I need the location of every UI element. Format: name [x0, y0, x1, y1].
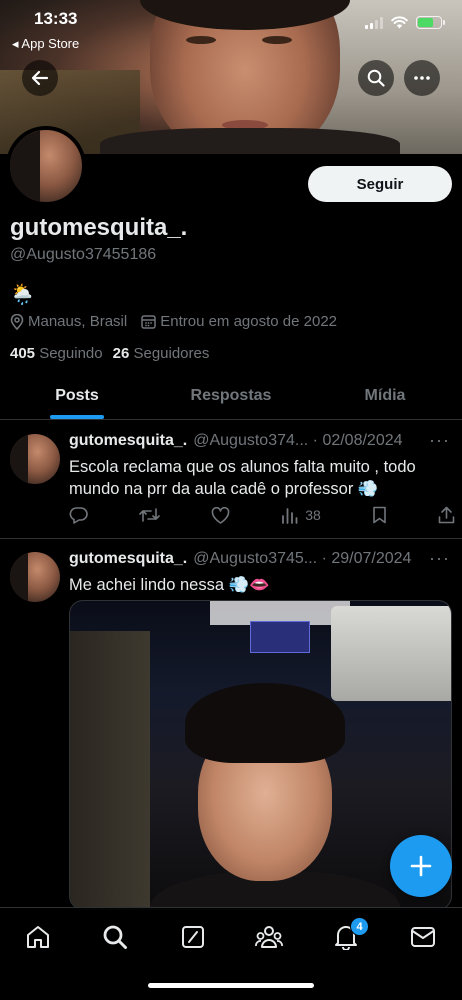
tweet-author-name[interactable]: gutomesquita_. [69, 432, 187, 450]
retweet-icon [139, 508, 160, 522]
retweet-button[interactable] [139, 506, 160, 524]
profile-avatar[interactable] [6, 126, 86, 206]
followers-count: 26 [112, 345, 130, 362]
share-icon [438, 506, 455, 524]
following-label: Seguindo [39, 345, 103, 362]
more-horizontal-icon [414, 76, 430, 80]
tweet-author-name[interactable]: gutomesquita_. [69, 550, 187, 568]
tweet-text: Me achei lindo nessa 💨👄 [69, 576, 270, 594]
mail-icon [411, 927, 435, 947]
nav-messages[interactable] [408, 922, 438, 952]
nav-search[interactable] [100, 922, 130, 952]
grok-slash-icon [182, 926, 204, 948]
back-button[interactable] [22, 60, 58, 96]
followers-label: Seguidores [133, 345, 210, 362]
more-options-button[interactable] [404, 60, 440, 96]
following-count: 405 [10, 345, 36, 362]
compose-post-button[interactable] [390, 835, 452, 897]
views-button[interactable]: 38 [281, 506, 321, 524]
arrow-left-icon [31, 70, 49, 86]
tweet-text: Escola reclama que os alunos falta muito… [69, 458, 416, 498]
tweet-avatar[interactable] [10, 552, 60, 602]
views-count: 38 [305, 507, 321, 523]
home-indicator[interactable] [148, 983, 314, 988]
calendar-icon [141, 315, 156, 329]
communities-icon [255, 926, 283, 948]
nav-grok[interactable] [178, 922, 208, 952]
cellular-signal-icon [365, 16, 383, 29]
reply-button[interactable] [69, 506, 88, 524]
tweet-more-icon[interactable]: ··· [429, 430, 450, 451]
follow-button[interactable]: Seguir [308, 166, 452, 202]
nav-home[interactable] [23, 922, 53, 952]
tweet-handle-date: @Augusto3745... · 29/07/2024 [193, 550, 412, 567]
tab-posts[interactable]: Posts [0, 372, 154, 419]
follow-counts: 405 Seguindo 26 Seguidores [10, 345, 209, 362]
banner-eye-right [262, 36, 292, 44]
joined-text: Entrou em agosto de 2022 [160, 313, 338, 330]
followers-link[interactable]: 26 Seguidores [113, 345, 210, 362]
profile-meta: Manaus, Brasil Entrou em agosto de 2022 [10, 313, 337, 330]
share-button[interactable] [438, 506, 455, 524]
heart-icon [211, 506, 230, 524]
following-link[interactable]: 405 Seguindo [10, 345, 103, 362]
banner-shirt [100, 128, 400, 154]
tweet-handle-date: @Augusto374... · 02/08/2024 [193, 432, 403, 449]
tweet-avatar[interactable] [10, 434, 60, 484]
tweet-actions: 38 [69, 506, 455, 524]
tweet-more-icon[interactable]: ··· [429, 548, 450, 569]
tab-media[interactable]: Mídia [308, 372, 462, 419]
banner-eye-left [186, 36, 216, 44]
profile-display-name: gutomesquita_. [10, 214, 188, 241]
nav-communities[interactable] [254, 922, 284, 952]
tab-replies[interactable]: Respostas [154, 372, 308, 419]
tweet-divider [0, 538, 462, 539]
views-chart-icon [282, 507, 298, 524]
profile-handle: @Augusto37455186 [10, 246, 157, 263]
status-icons [365, 16, 445, 29]
home-icon [27, 926, 49, 948]
location-pin-icon [10, 313, 24, 330]
profile-bio: 🌦️ [10, 284, 35, 306]
profile-location: Manaus, Brasil [10, 313, 127, 330]
status-time: 13:33 [34, 9, 78, 28]
location-text: Manaus, Brasil [28, 313, 128, 330]
profile-joined: Entrou em agosto de 2022 [141, 313, 337, 330]
bookmark-icon [373, 506, 386, 524]
tweet-header: gutomesquita_. @Augusto374... · 02/08/20… [69, 432, 449, 450]
bookmark-button[interactable] [372, 506, 387, 524]
profile-tabs: Posts Respostas Mídia [0, 372, 462, 420]
search-icon [367, 69, 385, 87]
tweet[interactable]: gutomesquita_. @Augusto374... · 02/08/20… [0, 430, 462, 538]
notifications-badge: 4 [350, 917, 369, 936]
tweet-header: gutomesquita_. @Augusto3745... · 29/07/2… [69, 550, 449, 568]
wifi-icon [391, 16, 408, 29]
like-button[interactable] [211, 506, 230, 524]
plus-icon [410, 855, 432, 877]
battery-icon [416, 16, 445, 29]
search-icon [103, 925, 127, 949]
search-button[interactable] [358, 60, 394, 96]
back-to-app-link[interactable]: ◂ App Store [12, 36, 79, 52]
reply-icon [69, 507, 88, 524]
